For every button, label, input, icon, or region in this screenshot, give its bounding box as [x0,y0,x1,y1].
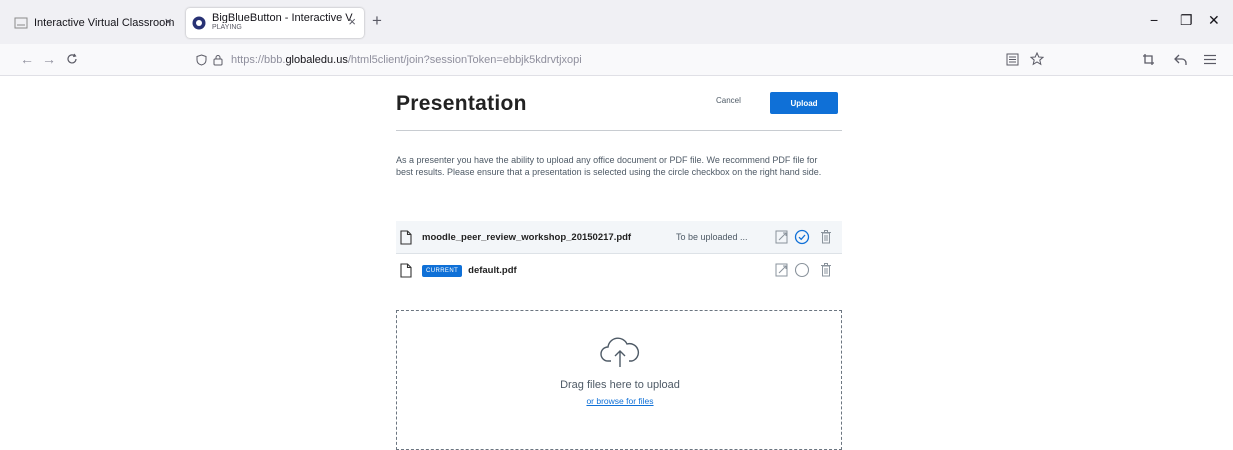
trash-icon[interactable] [818,229,834,245]
file-row: moodle_peer_review_workshop_20150217.pdf… [396,221,842,254]
reload-icon[interactable] [66,53,78,65]
export-file-icon[interactable] [774,262,790,278]
forward-arrow-icon[interactable]: → [42,51,56,67]
shield-icon[interactable] [196,54,207,66]
tab-close-icon[interactable]: × [348,15,356,29]
bigbluebutton-favicon-icon [192,16,206,30]
file-dropzone[interactable]: Drag files here to upload or browse for … [396,310,842,450]
tab-playing-label: PLAYING [212,24,242,31]
minimize-window-icon[interactable]: − [1150,12,1158,28]
cloud-upload-icon [600,337,640,367]
cancel-button[interactable]: Cancel [716,96,741,105]
presentation-upload-modal: Presentation Cancel Upload As a presente… [396,86,842,450]
share-back-icon[interactable] [1174,53,1187,66]
file-name: moodle_peer_review_workshop_20150217.pdf [422,231,632,243]
crop-screenshot-icon[interactable] [1142,53,1155,66]
current-badge: CURRENT [422,264,463,277]
upload-button[interactable]: Upload [770,92,838,114]
select-circle-icon[interactable] [794,262,810,278]
bookmark-star-icon[interactable] [1030,52,1044,66]
back-arrow-icon[interactable]: ← [20,51,34,67]
upload-status: To be uploaded ... [676,232,748,242]
tab-title: BigBlueButton - Interactive V [212,13,353,23]
reader-view-icon[interactable] [1006,53,1019,66]
trash-icon[interactable] [818,262,834,278]
export-file-icon[interactable] [774,229,790,245]
tab-close-icon[interactable]: × [164,15,172,29]
lock-icon[interactable] [213,54,223,66]
browser-nav-bar: ← → https://bbb.globaledu.us/html5client… [0,44,1233,76]
file-icon [400,229,412,245]
tab-bigbluebutton[interactable]: BigBlueButton - Interactive V PLAYING × [186,8,364,38]
page-favicon-icon [14,17,28,29]
tab-virtual-classroom[interactable]: Interactive Virtual Classroom × [8,8,180,38]
address-bar[interactable]: https://bbb.globaledu.us/html5client/joi… [188,48,1048,72]
modal-title: Presentation [396,92,527,115]
menu-icon[interactable] [1204,54,1216,65]
tab-title: Interactive Virtual Classroom [34,17,175,29]
drag-files-text: Drag files here to upload [560,379,680,391]
browse-files-link[interactable]: or browse for files [397,396,843,406]
restore-window-icon[interactable]: ❐ [1180,12,1193,29]
intro-text: As a presenter you have the ability to u… [396,155,822,177]
selected-check-icon[interactable] [794,229,810,245]
divider [396,130,842,131]
file-icon [400,263,412,278]
url-text: https://bbb.globaledu.us/html5client/joi… [231,54,582,66]
close-window-icon[interactable]: ✕ [1208,12,1220,29]
file-name: default.pdf [468,265,517,276]
browser-tab-bar: Interactive Virtual Classroom × BigBlueB… [0,0,1233,44]
new-tab-button[interactable]: + [372,11,382,31]
file-row: CURRENT default.pdf [396,254,842,287]
